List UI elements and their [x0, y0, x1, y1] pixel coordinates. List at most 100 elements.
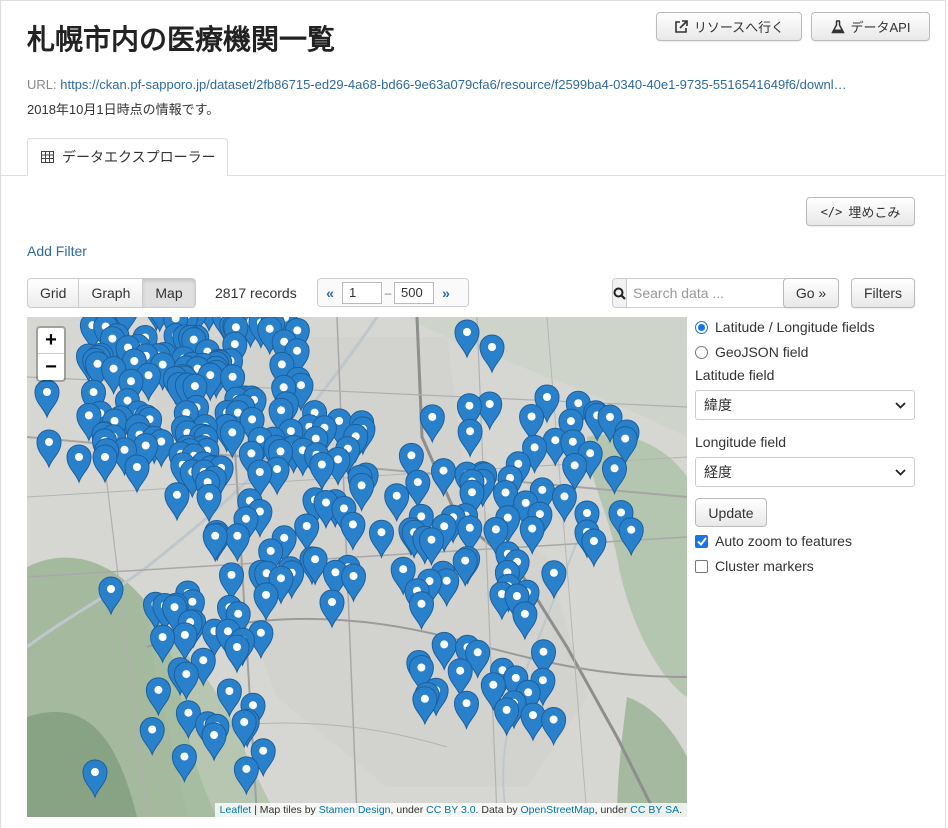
data-api-button[interactable]: データAPI [811, 12, 930, 41]
map-marker-icon[interactable] [66, 444, 92, 484]
map-marker-icon[interactable] [419, 404, 445, 444]
map-marker-icon[interactable] [82, 759, 108, 799]
add-filter-link[interactable]: Add Filter [27, 243, 87, 259]
map-marker-icon[interactable] [201, 722, 227, 762]
map-marker-icon[interactable] [302, 546, 328, 586]
cc-by-link[interactable]: CC BY 3.0 [426, 804, 475, 816]
radio-selected-icon [695, 320, 708, 334]
map-marker-icon[interactable] [171, 743, 197, 784]
map-marker-icon[interactable] [512, 601, 538, 641]
map-marker-icon[interactable] [412, 686, 438, 726]
map-marker-icon[interactable] [453, 690, 480, 730]
map-view[interactable]: + − Leaflet | Map tiles by Stamen Design… [27, 317, 687, 817]
chevron-down-icon [895, 401, 906, 409]
map-marker-icon[interactable] [216, 678, 242, 718]
external-link-icon [675, 19, 688, 33]
map-marker-icon[interactable] [541, 706, 567, 747]
map-marker-icon[interactable] [477, 391, 503, 431]
map-view-button[interactable]: Map [142, 278, 196, 308]
map-marker-icon[interactable] [150, 624, 176, 664]
latlon-fields-radio[interactable]: Latitude / Longitude fields [695, 317, 917, 337]
next-page-button[interactable]: » [434, 285, 458, 301]
map-marker-icon[interactable] [457, 418, 483, 458]
map-marker-icon[interactable] [224, 634, 250, 674]
map-marker-icon[interactable] [408, 591, 435, 631]
search-icon [612, 278, 627, 308]
grid-view-button[interactable]: Grid [27, 278, 80, 308]
page-title: 札幌市内の医療機関一覧 [27, 23, 336, 56]
tab-data-explorer[interactable]: データエクスプローラー [27, 138, 228, 176]
zoom-in-button[interactable]: + [38, 328, 64, 354]
map-marker-icon[interactable] [202, 523, 228, 563]
map-marker-icon[interactable] [479, 334, 505, 374]
cc-by-sa-link[interactable]: CC BY SA [630, 804, 679, 816]
map-marker-icon[interactable] [340, 563, 367, 603]
longitude-field-value: 経度 [704, 464, 732, 480]
map-marker-icon[interactable] [196, 483, 222, 523]
auto-zoom-checkbox[interactable]: Auto zoom to features [695, 531, 917, 551]
radio-unselected-icon [695, 345, 708, 359]
map-marker-icon[interactable] [551, 483, 577, 523]
map-marker-icon[interactable] [218, 562, 245, 602]
filters-button[interactable]: Filters [851, 278, 915, 308]
latitude-field-value: 緯度 [704, 397, 732, 413]
map-marker-icon[interactable] [98, 576, 124, 616]
page-from-input[interactable] [342, 281, 382, 304]
map-marker-icon[interactable] [294, 513, 320, 553]
map-marker-icon[interactable] [139, 716, 165, 757]
map-marker-icon[interactable] [145, 677, 171, 717]
map-marker-icon[interactable] [253, 582, 279, 622]
map-marker-icon[interactable] [36, 429, 62, 469]
map-marker-icon[interactable] [384, 483, 410, 523]
resource-url-link[interactable]: https://ckan.pf-sapporo.jp/dataset/2fb86… [60, 77, 846, 92]
map-marker-icon[interactable] [541, 560, 567, 600]
cluster-markers-label: Cluster markers [715, 558, 814, 574]
map-marker-icon[interactable] [601, 455, 628, 495]
stamen-link[interactable]: Stamen Design [319, 804, 391, 816]
map-marker-icon[interactable] [92, 444, 118, 484]
zoom-out-button[interactable]: − [38, 354, 64, 380]
tab-data-explorer-label: データエクスプローラー [62, 149, 216, 165]
map-marker-icon[interactable] [319, 589, 345, 629]
latitude-field-label: Latitude field [695, 367, 775, 383]
record-count: 2817 records [215, 285, 297, 301]
embed-button[interactable]: </> 埋めこみ [806, 197, 915, 226]
map-marker-icon[interactable] [430, 458, 457, 498]
map-marker-icon[interactable] [454, 319, 480, 359]
map-attribution: Leaflet | Map tiles by Stamen Design, un… [214, 803, 687, 817]
go-to-resource-button[interactable]: リソースへ行く [656, 12, 802, 41]
go-button[interactable]: Go » [783, 278, 839, 308]
leaflet-link[interactable]: Leaflet [220, 804, 252, 816]
prev-page-button[interactable]: « [318, 285, 342, 301]
map-marker-icon[interactable] [368, 519, 395, 559]
map-marker-icon[interactable] [173, 661, 199, 701]
map-marker-icon[interactable] [233, 756, 259, 796]
map-marker-icon[interactable] [309, 451, 335, 492]
map-marker-icon[interactable] [164, 482, 190, 522]
latitude-field-select[interactable]: 緯度 [695, 390, 915, 420]
map-marker-icon[interactable] [618, 517, 644, 557]
cluster-markers-checkbox[interactable]: Cluster markers [695, 556, 917, 576]
osm-link[interactable]: OpenStreetMap [521, 804, 595, 816]
go-to-resource-label: リソースへ行く [693, 20, 785, 35]
search-box [612, 278, 815, 308]
geojson-field-radio[interactable]: GeoJSON field [695, 342, 917, 362]
map-marker-icon[interactable] [405, 469, 431, 509]
map-marker-icon[interactable] [224, 523, 250, 563]
map-marker-icon[interactable] [124, 454, 150, 494]
date-info: 2018年10月1日時点の情報です。 [27, 102, 220, 117]
page-to-input[interactable] [394, 281, 434, 304]
graph-view-button[interactable]: Graph [78, 278, 144, 308]
map-marker-icon[interactable] [231, 709, 257, 749]
map-marker-icon[interactable] [494, 697, 520, 737]
map-marker-icon[interactable] [340, 511, 366, 551]
checkbox-unchecked-icon [695, 559, 708, 573]
map-marker-icon[interactable] [519, 515, 545, 556]
longitude-field-select[interactable]: 経度 [695, 457, 915, 487]
map-marker-icon[interactable] [581, 528, 607, 568]
view-mode-toggle: Grid Graph Map [27, 278, 196, 308]
map-marker-icon[interactable] [447, 658, 473, 698]
geojson-field-label: GeoJSON field [715, 344, 809, 360]
map-marker-icon[interactable] [34, 379, 60, 419]
update-button[interactable]: Update [695, 498, 767, 527]
